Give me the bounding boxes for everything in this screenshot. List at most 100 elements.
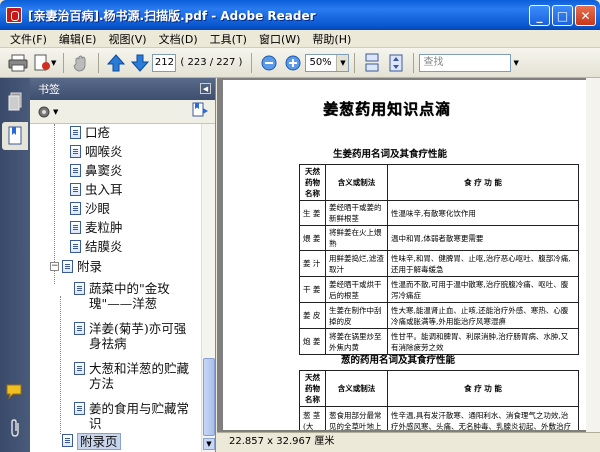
bookmarks-scrollbar[interactable]: ▼ [201,124,215,452]
page-count: ( 223 / 227 ) [180,57,243,68]
bookmarks-header: 书签 ◀ [30,78,215,100]
zoom-value: 50% [309,56,332,68]
arrow-up-icon [107,53,126,71]
next-page-button[interactable] [128,51,152,75]
bookmark-item[interactable]: 洋姜(菊芋)亦可强身祛病 [74,321,198,351]
bookmark-page-icon [70,164,81,177]
adobe-reader-icon [6,7,22,23]
scallion-table: 天然药物名称 含义或制法 食 疗 功 能 葱 茎 (大葱) 葱食用部分最常见的全… [299,370,579,430]
speech-bubble-icon [6,384,22,400]
chevron-down-icon[interactable]: ▼ [336,54,349,71]
menu-view[interactable]: 视图(V) [102,31,152,47]
table-caption: 生姜药用名词及其食疗性能 [333,149,448,160]
bookmark-page-icon [74,282,85,295]
printer-icon [8,54,28,71]
bookmarks-tree: 口疮 咽喉炎 鼻窦炎 虫入耳 沙眼 麦粒肿 结膜炎 − 附录 蔬菜中的"金玫瑰"… [30,124,202,452]
bookmark-page-icon [70,221,81,234]
hand-tool-button[interactable] [69,51,93,75]
bookmark-page-icon [74,402,85,415]
bookmark-page-icon [62,260,73,273]
options-menu-button[interactable]: ▼ [36,104,58,120]
zoom-out-icon [261,55,277,70]
bookmarks-toolbar: ▼ [30,100,215,124]
toolbar-divider [251,52,253,73]
bookmark-item-appendix[interactable]: 附录 [62,259,102,274]
menu-tools[interactable]: 工具(T) [204,31,253,47]
bookmark-item-selected[interactable]: 附录页 [62,433,121,450]
close-button[interactable]: ✕ [575,5,596,26]
page-size-status: 22.857 x 32.967 厘米 [217,432,600,452]
scroll-down-button[interactable]: ▼ [203,438,215,450]
toolbar-divider [98,52,100,73]
search-input[interactable]: 查找 [419,53,512,72]
single-page-button[interactable] [360,51,384,75]
bookmark-item[interactable]: 沙眼 [70,201,110,216]
maximize-button[interactable]: □ [552,5,573,26]
toolbar-divider [413,52,415,73]
bookmark-page-icon [70,145,81,158]
bookmark-item[interactable]: 口疮 [70,125,110,140]
menu-help[interactable]: 帮助(H) [306,31,357,47]
chevron-down-icon[interactable]: ▼ [51,59,56,67]
chevron-down-icon: ▼ [53,107,59,116]
bookmarks-panel: 书签 ◀ ▼ 口疮 咽喉炎 鼻窦炎 虫入耳 沙眼 麦粒肿 结膜炎 − 附录 蔬菜… [30,78,216,452]
document-scrollbar[interactable] [586,78,600,432]
bookmarks-tab[interactable] [2,122,28,150]
menu-document[interactable]: 文档(D) [153,31,204,47]
pages-tab[interactable] [2,88,28,116]
page-number-input[interactable]: 212 [152,53,177,72]
comments-tab[interactable] [2,378,28,406]
bookmark-item[interactable]: 麦粒肿 [70,220,123,235]
gear-icon [38,106,50,117]
menu-bar: 文件(F) 编辑(E) 视图(V) 文档(D) 工具(T) 窗口(W) 帮助(H… [0,30,600,48]
bookmark-page-icon [70,126,81,139]
hand-icon [73,55,86,72]
menu-edit[interactable]: 编辑(E) [53,31,103,47]
chevron-down-icon[interactable]: ▼ [513,59,518,67]
menu-file[interactable]: 文件(F) [4,31,53,47]
zoom-out-button[interactable] [257,51,281,75]
bookmark-item[interactable]: 蔬菜中的"金玫瑰"——洋葱 [74,281,198,311]
bookmark-item[interactable]: 结膜炎 [70,239,123,254]
scrollbar-thumb[interactable] [203,358,215,436]
table-row: 葱 茎 (大葱) 葱食用部分最常见的全草叶地上部 性辛温,具有发汗散寒、通阳利水… [299,406,579,430]
zoom-in-button[interactable] [281,51,305,75]
zoom-in-icon [285,55,301,70]
fit-page-icon [389,54,403,71]
bookmark-item[interactable]: 大葱和洋葱的贮藏方法 [74,361,198,391]
new-bookmark-button[interactable] [191,102,209,121]
collapse-panel-button[interactable]: ◀ [200,83,211,94]
bookmark-item[interactable]: 咽喉炎 [70,144,123,159]
paperclip-icon [11,419,19,437]
bookmark-item[interactable]: 虫入耳 [70,182,123,197]
table-caption: 葱的药用名词及其食疗性能 [341,355,456,366]
minimize-button[interactable]: _ [529,5,550,26]
menu-window[interactable]: 窗口(W) [253,31,306,47]
table-row: 生 姜 姜经晒干或姜的新鲜根茎 性温味辛,有散寒化饮作用 [299,200,579,226]
single-page-icon [365,53,379,71]
pages-icon [8,92,22,111]
toolbar-divider [354,52,356,73]
pdf-page: 姜葱药用知识点滴 生姜药用名词及其食疗性能 天然药物名称 含义或制法 食 疗 功… [223,80,591,430]
table-row: 姜 汁 用鲜姜捣烂,滤渣取汁 性味辛,和胃、健脾胃、止呕,治疗恶心呕吐、腹部冷痛… [299,250,579,277]
window-controls: _ □ ✕ [529,5,596,26]
print-button[interactable] [6,51,30,75]
zoom-select[interactable]: 50% ▼ [305,53,350,72]
previous-page-button[interactable] [104,51,128,75]
collapse-toggle[interactable]: − [50,262,59,271]
new-bookmark-icon [192,102,208,117]
table-row: 炮 姜 将姜在锅里炒至外焦内黄 性甘平。能调和脾胃、利尿消肿,治疗肠胃病、水肿,… [299,328,579,355]
bookmark-page-icon [70,202,81,215]
bookmark-item[interactable]: 鼻窦炎 [70,163,123,178]
title-bar: [亲妻治百病].杨书源.扫描版.pdf - Adobe Reader _ □ ✕ [0,0,600,30]
document-viewport[interactable]: 姜葱药用知识点滴 生姜药用名词及其食疗性能 天然药物名称 含义或制法 食 疗 功… [217,78,600,452]
bookmark-page-icon [74,362,85,375]
tree-line [60,296,61,434]
table-row: 姜 皮 生姜在制作中刮掉的皮 性大寒,能温肾止血、止咳,还能治疗外感、寒热、心腹… [299,302,579,329]
bookmark-item[interactable]: 姜的食用与贮藏常识 [74,401,198,431]
attachments-tab[interactable] [2,414,28,442]
fit-page-button[interactable] [384,51,408,75]
document-share-icon [34,54,50,70]
table-header-row: 天然药物名称 含义或制法 食 疗 功 能 [299,164,579,201]
bookmark-page-icon [70,240,81,253]
